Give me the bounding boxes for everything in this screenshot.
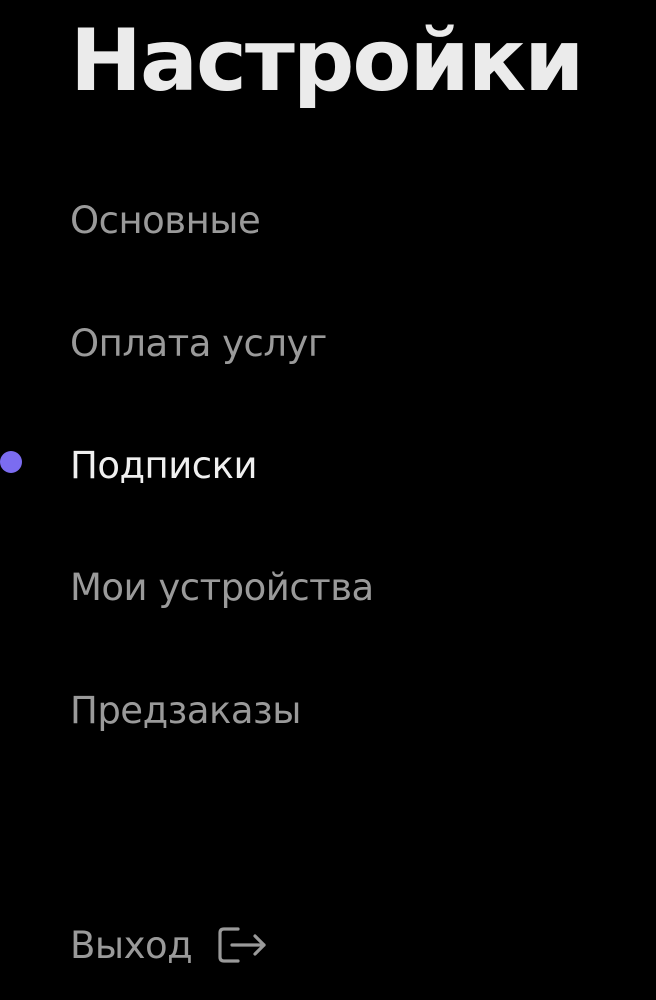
logout-label: Выход — [70, 923, 193, 967]
menu-item-payment[interactable]: Оплата услуг — [70, 313, 327, 373]
menu-item-subscriptions[interactable]: Подписки — [70, 435, 258, 495]
menu-item-preorders[interactable]: Предзаказы — [70, 680, 301, 740]
logout-button[interactable]: Выход — [70, 915, 270, 975]
settings-menu: Основные Оплата услуг Подписки Мои устро… — [0, 0, 656, 1000]
logout-icon — [216, 925, 270, 965]
menu-item-my-devices[interactable]: Мои устройства — [70, 557, 374, 617]
menu-item-general[interactable]: Основные — [70, 190, 261, 250]
